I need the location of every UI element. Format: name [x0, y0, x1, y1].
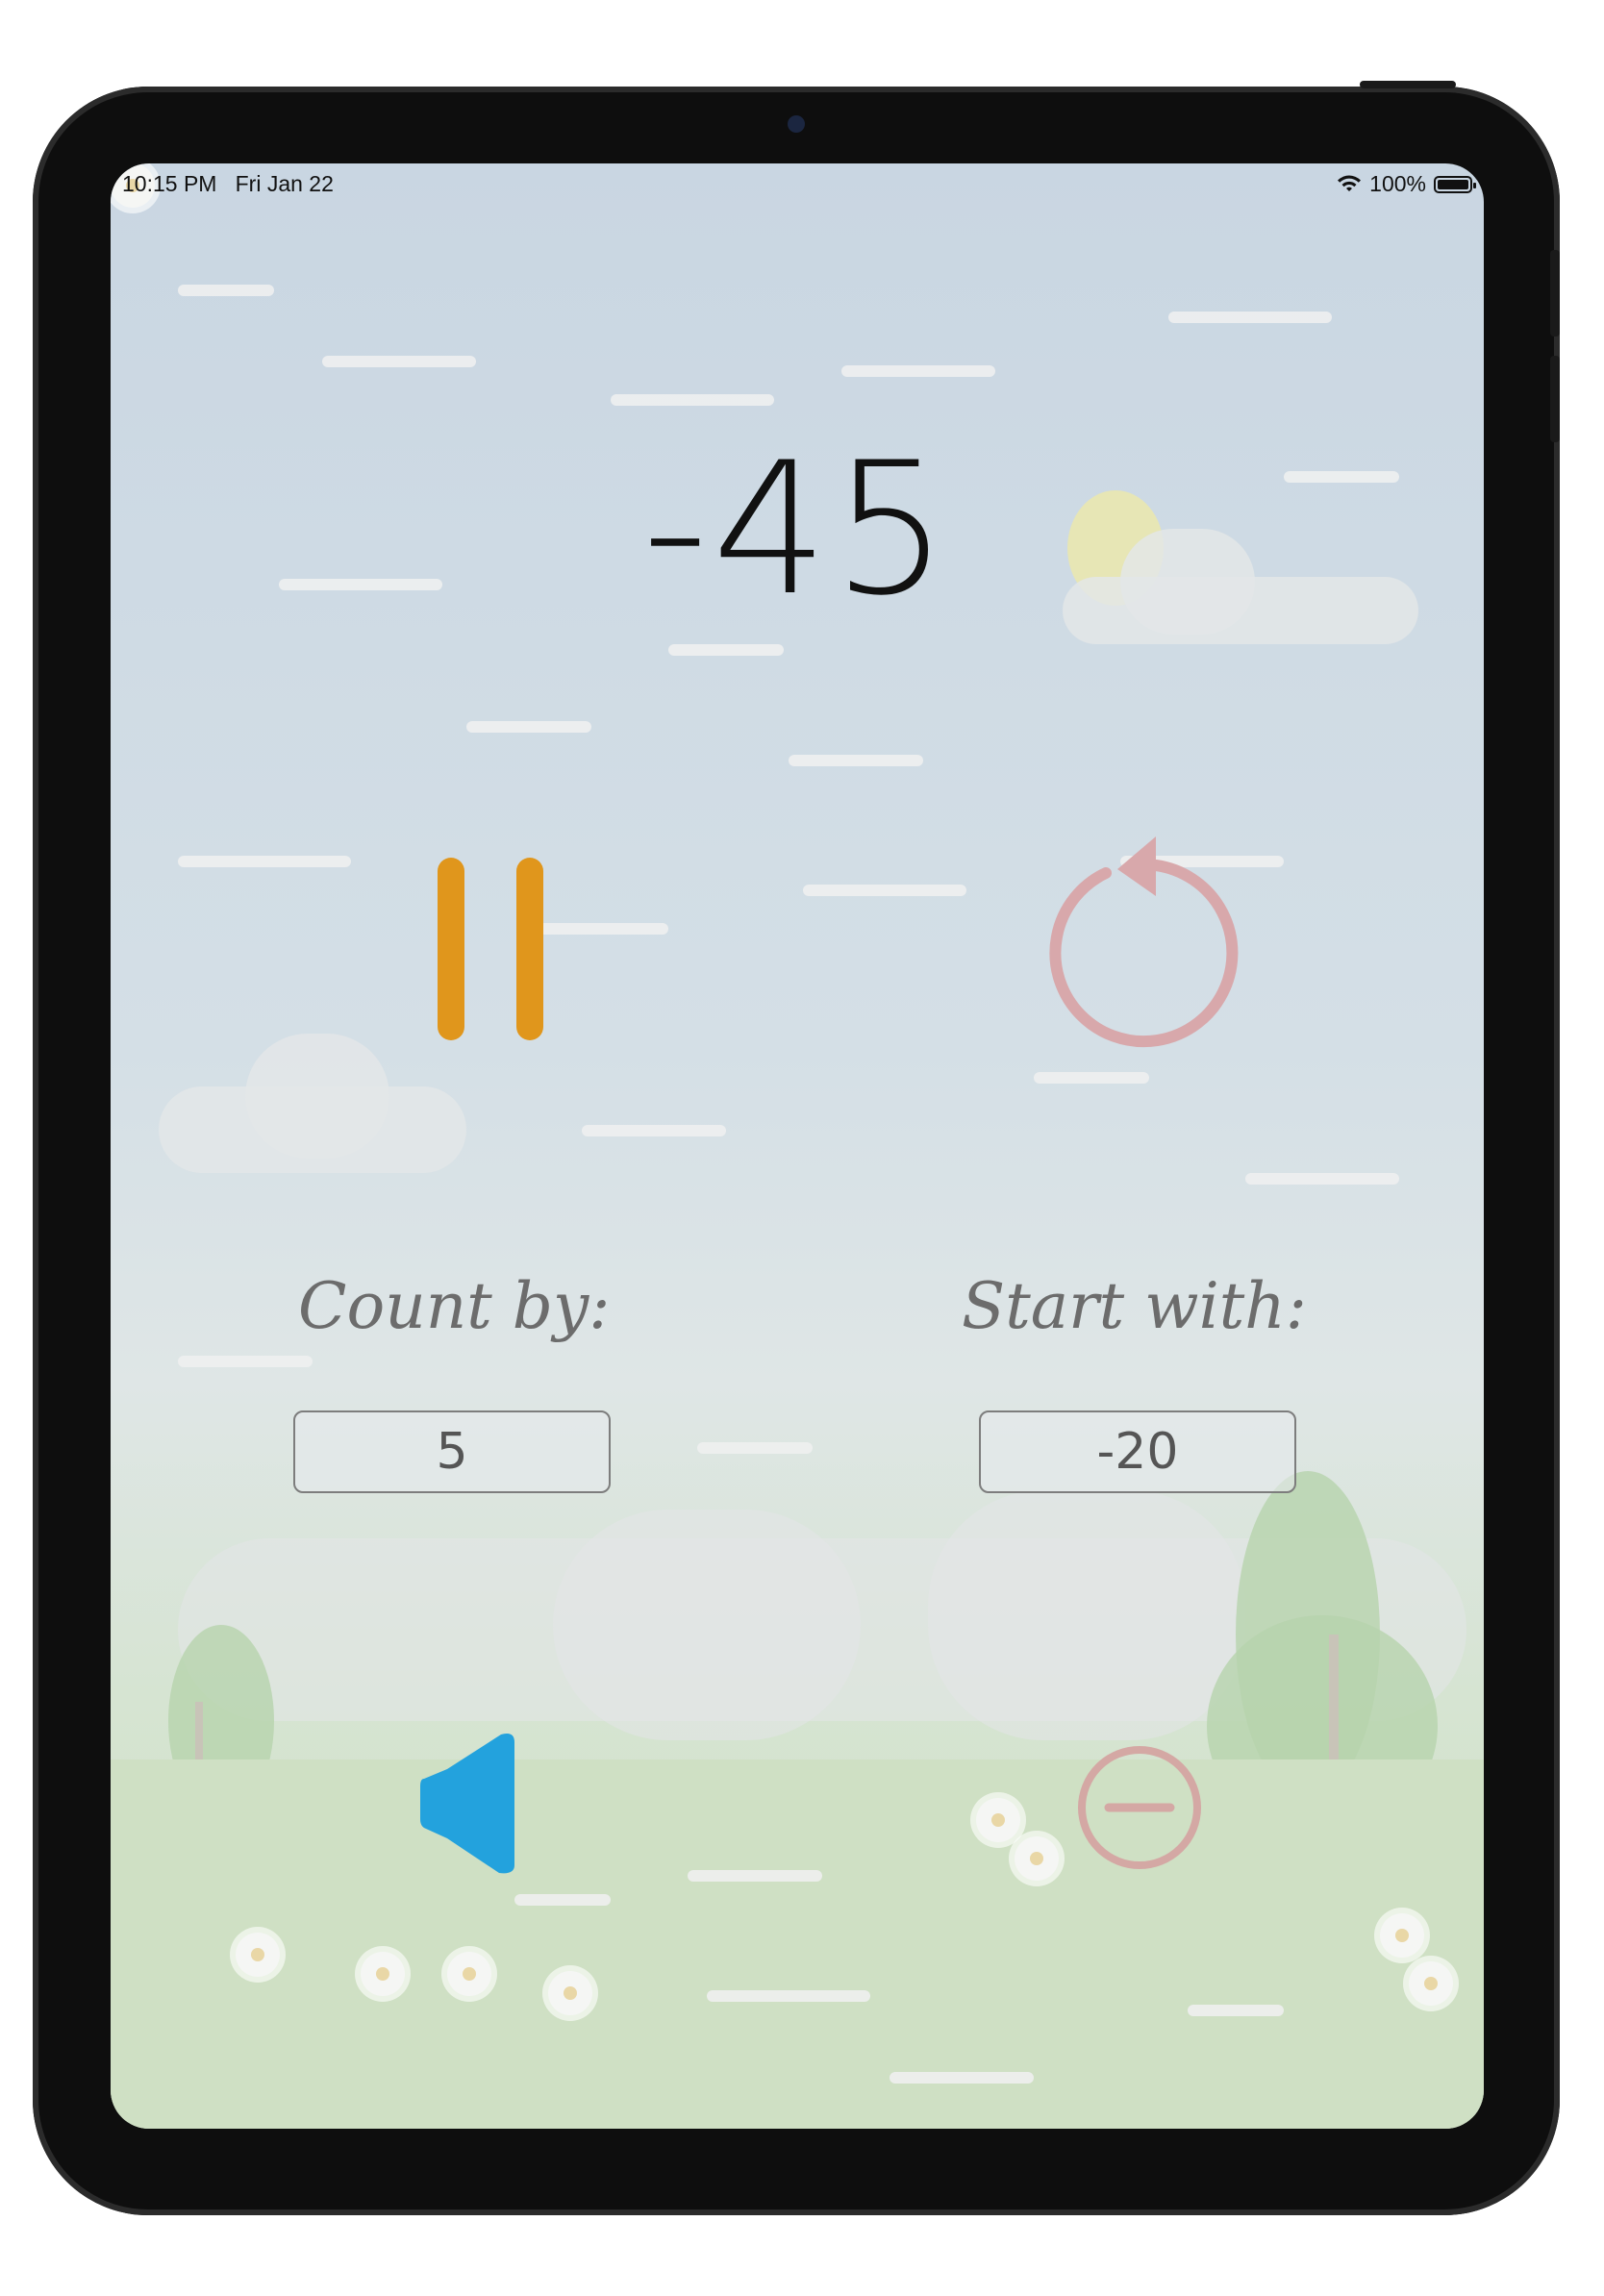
- status-time: 10:15 PM: [122, 171, 217, 196]
- sky-streak: [322, 356, 476, 367]
- cloud: [553, 1510, 861, 1740]
- sky-streak: [466, 721, 591, 733]
- grass-streak: [1188, 2005, 1284, 2016]
- sky-streak: [697, 1442, 813, 1454]
- sky-streak: [803, 885, 966, 896]
- start-with-field[interactable]: -20: [979, 1410, 1296, 1493]
- status-time-date: 10:15 PM Fri Jan 22: [122, 171, 334, 197]
- sky-streak: [178, 285, 274, 296]
- pause-icon[interactable]: [418, 846, 563, 1048]
- flower: [1015, 1836, 1059, 1881]
- count-by-label: Count by:: [298, 1269, 611, 1343]
- grass-streak: [514, 1894, 611, 1906]
- cloud: [928, 1490, 1245, 1740]
- sky-streak: [1034, 1072, 1149, 1084]
- start-with-label: Start with:: [962, 1269, 1308, 1343]
- sky-streak: [789, 755, 923, 766]
- volume-down-button: [1550, 356, 1560, 442]
- sky-streak: [178, 856, 351, 867]
- grass-streak: [707, 1990, 870, 2002]
- meadow: [111, 1759, 1484, 2129]
- app-screen: 10:15 PM Fri Jan 22 100% -45 Count by: S…: [111, 163, 1484, 2129]
- restart-arrow-icon[interactable]: [1029, 827, 1250, 1058]
- grass-streak: [688, 1870, 822, 1882]
- flower: [361, 1952, 405, 1996]
- wifi-icon: [1338, 175, 1362, 191]
- status-date: Fri Jan 22: [235, 171, 334, 196]
- battery-percent: 100%: [1369, 171, 1426, 196]
- status-right: 100%: [1337, 171, 1476, 197]
- volume-up-button: [1550, 250, 1560, 337]
- count-by-field[interactable]: 5: [293, 1410, 611, 1493]
- status-bar: 10:15 PM Fri Jan 22 100%: [111, 163, 1484, 206]
- minus-circle-icon[interactable]: [1072, 1740, 1207, 1875]
- grass-streak: [890, 2072, 1034, 2084]
- counter-display: -45: [641, 423, 953, 636]
- front-camera: [788, 115, 805, 133]
- sky-streak: [841, 365, 995, 377]
- flower: [447, 1952, 491, 1996]
- flower: [976, 1798, 1020, 1842]
- cloud: [245, 1034, 389, 1159]
- sky-streak: [178, 1356, 313, 1367]
- top-button: [1360, 81, 1456, 88]
- flower: [1380, 1913, 1424, 1958]
- battery-icon: [1434, 175, 1476, 193]
- speaker-icon[interactable]: [409, 1731, 534, 1875]
- flower: [548, 1971, 592, 2015]
- sky-streak: [611, 394, 774, 406]
- flower: [236, 1933, 280, 1977]
- sky-streak: [1245, 1173, 1399, 1185]
- sky-streak: [582, 1125, 726, 1136]
- flower: [1409, 1961, 1453, 2006]
- sky-streak: [1168, 312, 1332, 323]
- sky-streak: [668, 644, 784, 656]
